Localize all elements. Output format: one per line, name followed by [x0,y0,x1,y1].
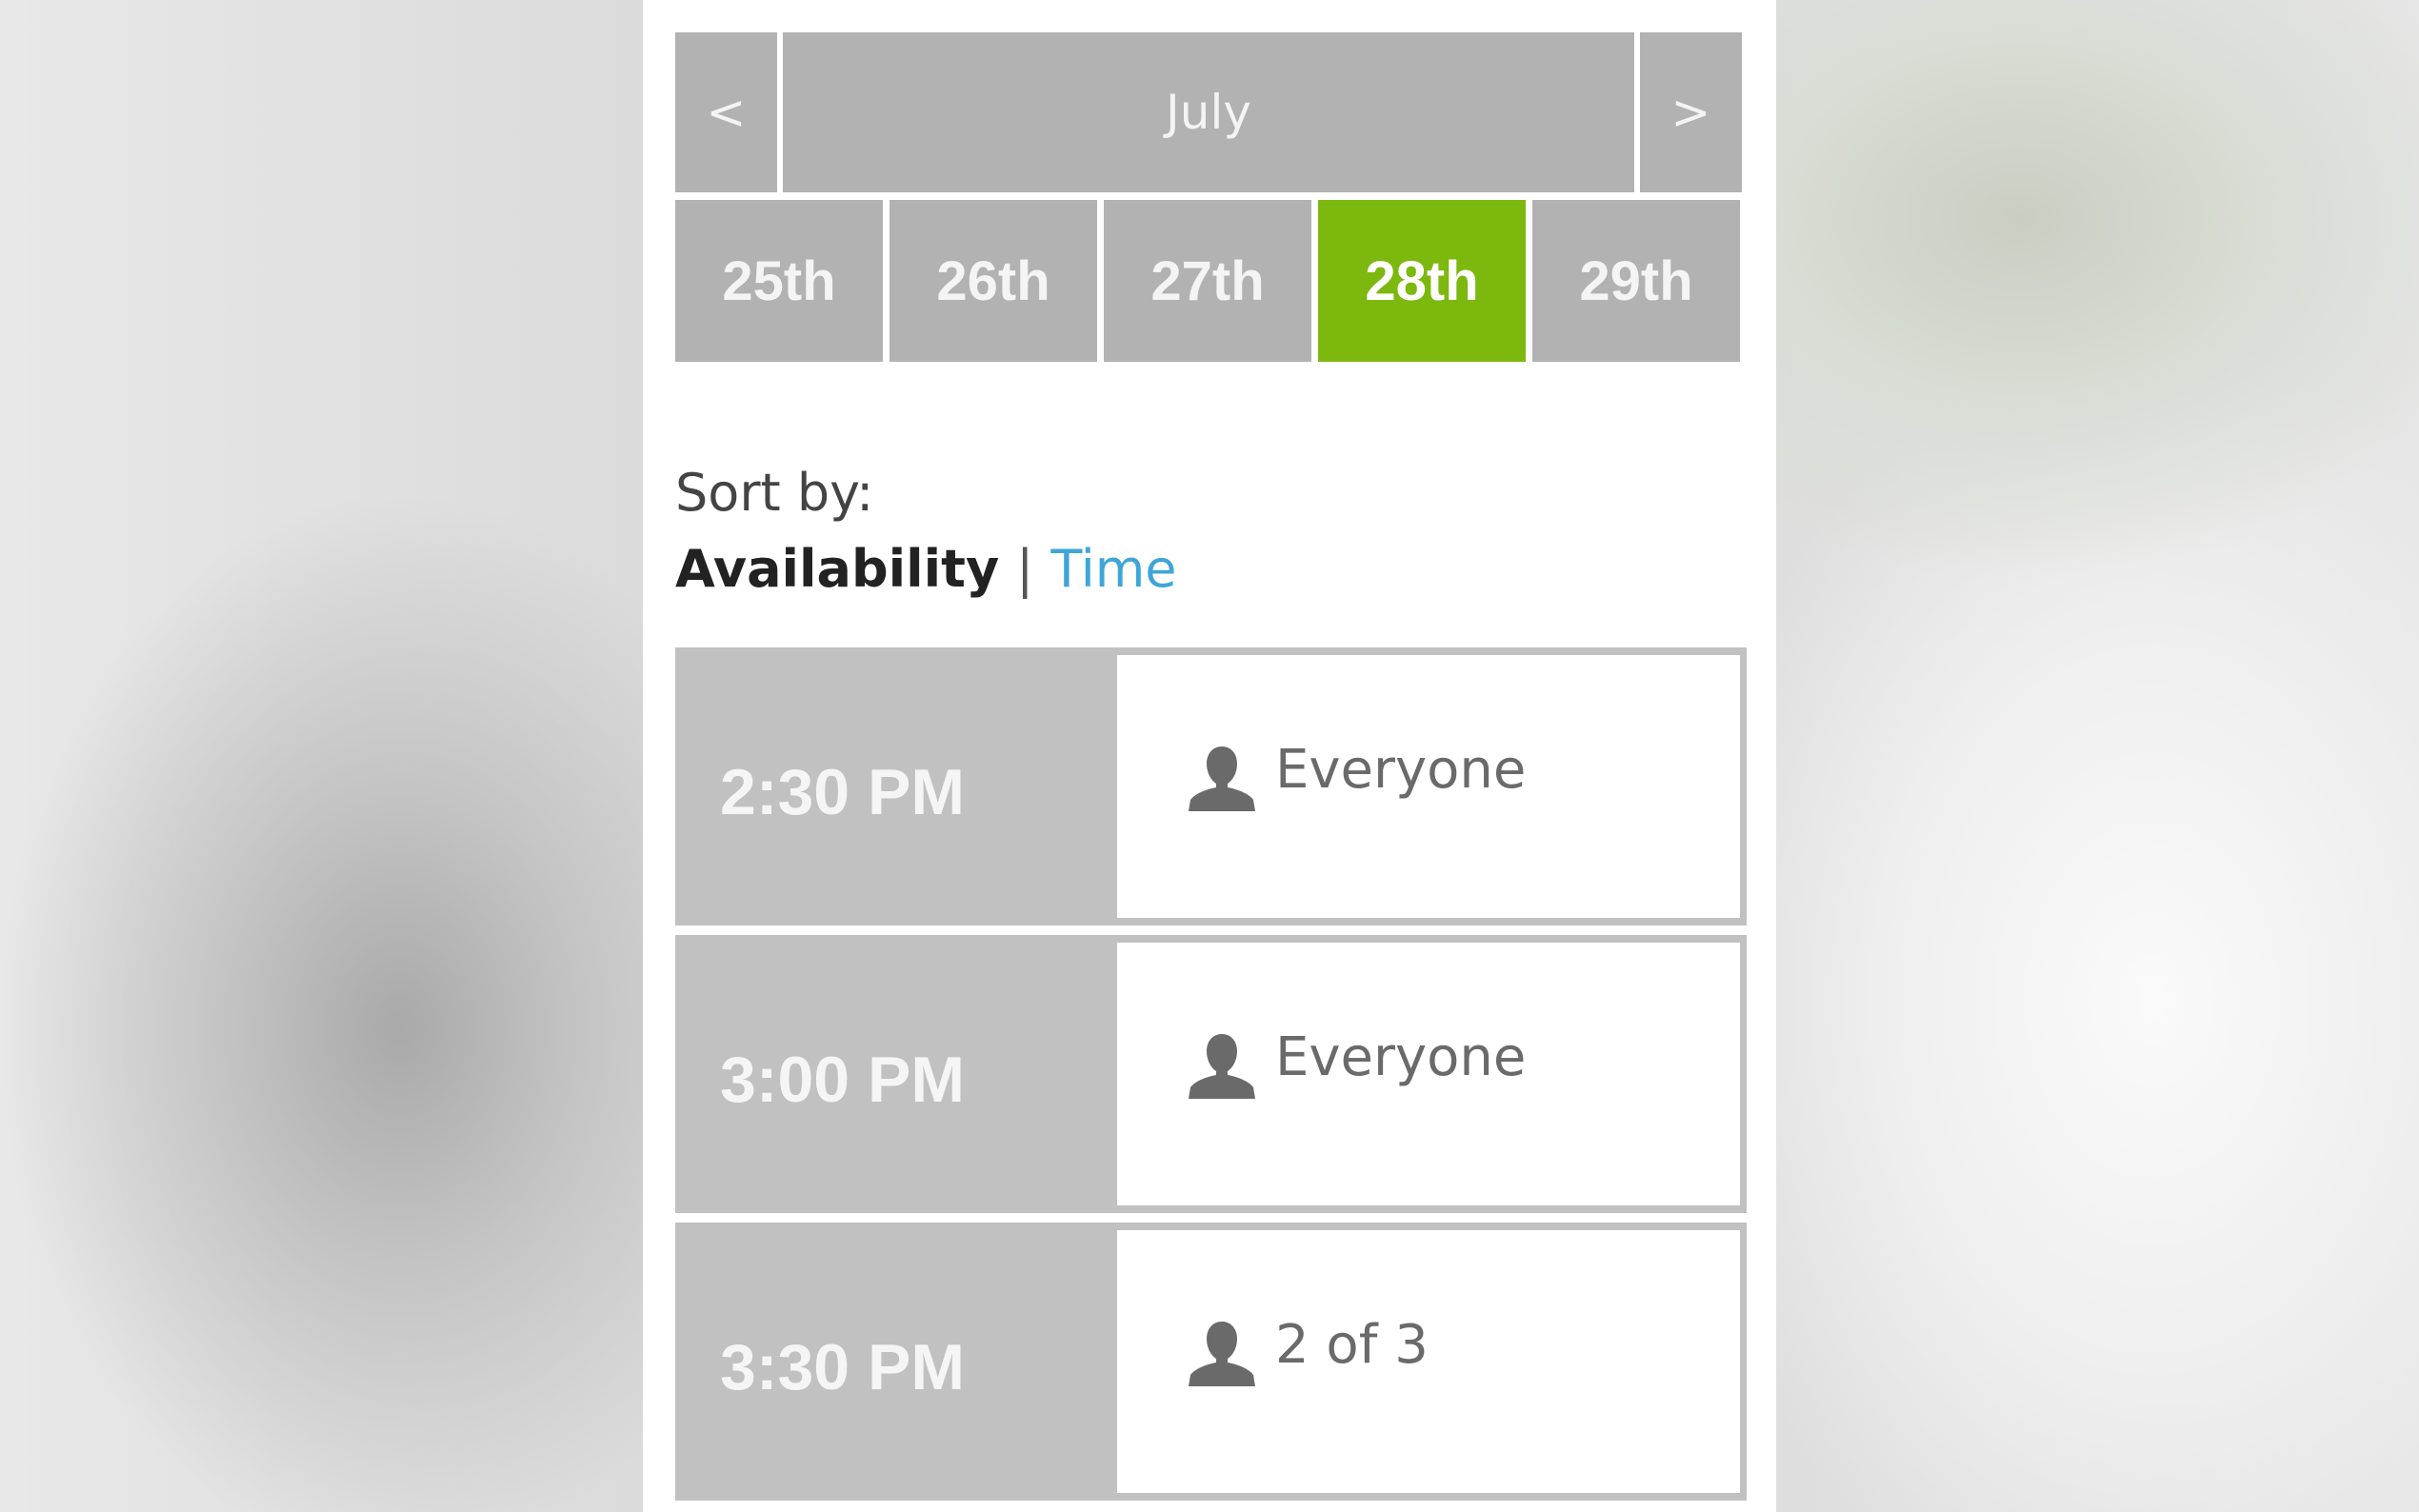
month-title: July [783,32,1634,192]
slot-time: 3:00 PM [720,1044,965,1116]
slot-availability-text: Everyone [1275,1026,1527,1088]
person-icon [1189,1322,1255,1386]
next-month-button[interactable]: > [1640,32,1742,192]
slot-availability-text: Everyone [1275,739,1527,801]
sort-by-label: Sort by: [675,463,874,523]
time-slot[interactable]: 3:30 PM 2 of 3 [675,1223,1747,1501]
previous-month-button[interactable]: < [675,32,777,192]
sort-separator: | [1016,539,1034,599]
slot-availability-box: Everyone [1117,943,1740,1205]
day-button-29th[interactable]: 29th [1532,200,1740,362]
slot-time: 3:30 PM [720,1331,965,1403]
month-navigation: < July > [675,32,1742,192]
slot-availability-box: Everyone [1117,655,1740,918]
booking-panel: < July > 25th 26th 27th 28th 29th Sort b… [643,0,1776,1512]
time-slot[interactable]: 3:00 PM Everyone [675,935,1747,1213]
sort-by-availability-option[interactable]: Availability [675,539,999,599]
sort-options: Availability | Time [675,539,1177,599]
slot-time: 2:30 PM [720,756,965,828]
day-button-28th-selected[interactable]: 28th [1318,200,1526,362]
time-slot[interactable]: 2:30 PM Everyone [675,647,1747,925]
day-selector: 25th 26th 27th 28th 29th [675,200,1742,362]
person-icon [1189,746,1255,811]
slot-availability-box: 2 of 3 [1117,1230,1740,1493]
day-button-27th[interactable]: 27th [1104,200,1311,362]
slot-availability-text: 2 of 3 [1275,1314,1429,1376]
sort-by-time-link[interactable]: Time [1050,539,1176,599]
time-slot-list: 2:30 PM Everyone 3:00 PM Everyone 3:30 P… [675,647,1747,1510]
day-button-25th[interactable]: 25th [675,200,883,362]
day-button-26th[interactable]: 26th [890,200,1097,362]
person-icon [1189,1034,1255,1099]
